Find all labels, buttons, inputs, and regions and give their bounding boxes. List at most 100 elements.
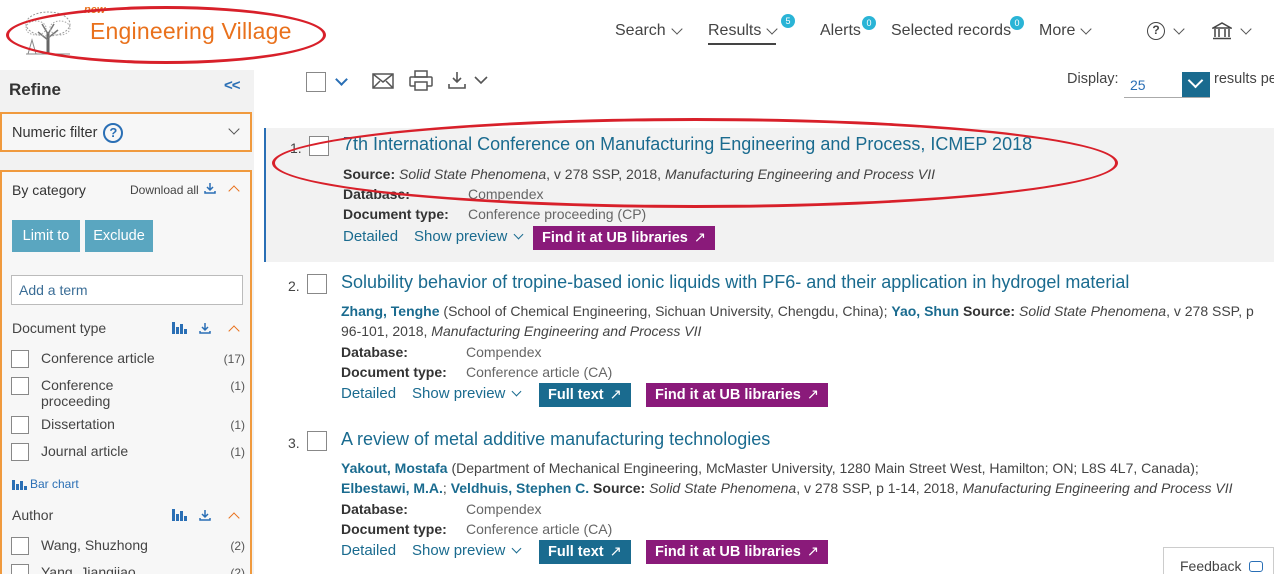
chevron-up-icon[interactable] bbox=[228, 325, 240, 337]
facet-label: Dissertation bbox=[41, 416, 115, 432]
nav-results-label: Results bbox=[708, 22, 762, 39]
facet-count: (2) bbox=[230, 539, 245, 553]
author-link[interactable]: Yao, Shun bbox=[891, 303, 959, 319]
nav-alerts[interactable]: Alerts bbox=[820, 22, 861, 40]
chevron-down-icon[interactable] bbox=[228, 123, 240, 135]
exclude-button[interactable]: Exclude bbox=[85, 220, 153, 252]
download-icon[interactable] bbox=[199, 509, 211, 521]
help-icon: ? bbox=[1147, 22, 1165, 40]
full-text-button[interactable]: Full text ↗ bbox=[539, 540, 631, 564]
bar-chart-icon[interactable] bbox=[172, 509, 187, 521]
database-label: Database: bbox=[341, 501, 408, 517]
nav-selected-label: Selected records bbox=[891, 22, 1012, 39]
find-at-library-button[interactable]: Find it at UB libraries ↗ bbox=[533, 226, 715, 250]
result-number: 3. bbox=[288, 435, 300, 451]
nav-more[interactable]: More bbox=[1039, 22, 1093, 40]
bar-chart-icon[interactable] bbox=[172, 322, 187, 334]
facet-count: (1) bbox=[230, 445, 245, 459]
source-label: Source: bbox=[959, 303, 1016, 319]
source-details: , v 278 SSP, p 1-14, 2018, bbox=[796, 480, 963, 496]
numeric-filter-header: Numeric filter ? bbox=[12, 123, 124, 143]
download-all-link[interactable]: Download all bbox=[130, 182, 216, 197]
add-term-input[interactable] bbox=[11, 275, 243, 305]
nav-selected-records[interactable]: Selected records bbox=[891, 22, 1011, 40]
source-proceedings: Manufacturing Engineering and Process VI… bbox=[431, 323, 702, 339]
facet-checkbox[interactable] bbox=[11, 350, 29, 368]
author-link[interactable]: Elbestawi, M.A. bbox=[341, 480, 443, 496]
results-per-page-select[interactable]: 25 bbox=[1124, 72, 1210, 98]
author-separator: ; bbox=[442, 480, 451, 496]
facet-item-author[interactable]: Yang, Jiangjiao (2) bbox=[11, 564, 245, 574]
result-title-link[interactable]: A review of metal additive manufacturing… bbox=[341, 429, 770, 450]
nav-help[interactable]: ? bbox=[1147, 22, 1185, 40]
email-icon[interactable] bbox=[372, 72, 394, 90]
show-preview-label: Show preview bbox=[412, 385, 506, 402]
result-checkbox[interactable] bbox=[307, 431, 327, 451]
doctype-value: Conference article (CA) bbox=[466, 364, 613, 380]
select-all-checkbox[interactable] bbox=[306, 72, 326, 92]
chevron-up-icon[interactable] bbox=[228, 185, 240, 197]
facet-count: (17) bbox=[223, 352, 245, 366]
limit-to-button[interactable]: Limit to bbox=[12, 220, 80, 252]
show-preview-label: Show preview bbox=[414, 228, 508, 245]
author-link[interactable]: Yakout, Mostafa bbox=[341, 460, 448, 476]
feedback-button[interactable]: Feedback bbox=[1163, 547, 1274, 574]
source-label: Source: bbox=[589, 480, 646, 496]
detailed-link[interactable]: Detailed bbox=[341, 542, 396, 559]
bar-chart-label: Bar chart bbox=[30, 477, 79, 491]
author-affiliation: (Department of Mechanical Engineering, M… bbox=[447, 460, 1199, 476]
chevron-up-icon[interactable] bbox=[228, 512, 240, 524]
nav-search[interactable]: Search bbox=[615, 22, 683, 40]
document-type-tools bbox=[172, 322, 211, 334]
full-text-button[interactable]: Full text ↗ bbox=[539, 383, 631, 407]
facet-item-conference-article[interactable]: Conference article (17) bbox=[11, 350, 245, 368]
download-icon bbox=[203, 182, 216, 197]
chevron-down-icon[interactable] bbox=[335, 73, 348, 86]
author-link[interactable]: Zhang, Tenghe bbox=[341, 303, 440, 319]
detailed-link[interactable]: Detailed bbox=[343, 228, 398, 245]
print-icon[interactable] bbox=[409, 70, 433, 92]
result-item: 3. A review of metal additive manufactur… bbox=[264, 423, 1274, 573]
numeric-filter-panel[interactable]: Numeric filter ? bbox=[0, 112, 252, 152]
numeric-filter-label: Numeric filter bbox=[12, 125, 98, 141]
bar-chart-link[interactable]: Bar chart bbox=[12, 477, 79, 491]
collapse-sidebar-link[interactable]: << bbox=[224, 77, 241, 94]
download-icon[interactable] bbox=[199, 322, 211, 334]
facet-checkbox[interactable] bbox=[11, 564, 29, 574]
question-icon[interactable]: ? bbox=[103, 123, 124, 143]
find-at-library-button[interactable]: Find it at UB libraries ↗ bbox=[646, 540, 828, 564]
result-checkbox[interactable] bbox=[307, 274, 327, 294]
source-journal: Solid State Phenomena bbox=[649, 480, 797, 496]
facet-checkbox[interactable] bbox=[11, 416, 29, 434]
full-text-label: Full text bbox=[548, 544, 604, 560]
external-link-icon: ↗ bbox=[806, 387, 819, 403]
nav-results[interactable]: Results bbox=[708, 22, 779, 45]
chevron-down-icon[interactable] bbox=[1182, 72, 1210, 97]
author-link[interactable]: Veldhuis, Stephen C. bbox=[451, 480, 589, 496]
result-title-link[interactable]: Solubility behavior of tropine-based ion… bbox=[341, 272, 1129, 293]
results-toolbar bbox=[306, 70, 348, 94]
facet-item-journal-article[interactable]: Journal article (1) bbox=[11, 443, 245, 461]
full-text-label: Full text bbox=[548, 387, 604, 403]
external-link-icon: ↗ bbox=[609, 544, 622, 560]
facet-checkbox[interactable] bbox=[11, 537, 29, 555]
nav-institution[interactable] bbox=[1212, 22, 1252, 40]
show-preview-link[interactable]: Show preview bbox=[412, 385, 522, 402]
find-at-library-button[interactable]: Find it at UB libraries ↗ bbox=[646, 383, 828, 407]
results-per-page-label: results pe bbox=[1214, 71, 1274, 87]
download-options-icon[interactable] bbox=[448, 71, 492, 91]
facet-checkbox[interactable] bbox=[11, 377, 29, 395]
facet-item-conference-proceeding[interactable]: Conference proceeding (1) bbox=[11, 377, 245, 409]
author-affiliation: (School of Chemical Engineering, Sichuan… bbox=[439, 303, 892, 319]
show-preview-link[interactable]: Show preview bbox=[412, 542, 522, 559]
by-category-label: By category bbox=[12, 182, 86, 198]
nav-more-label: More bbox=[1039, 22, 1076, 39]
database-value: Compendex bbox=[466, 344, 542, 360]
detailed-link[interactable]: Detailed bbox=[341, 385, 396, 402]
show-preview-link[interactable]: Show preview bbox=[414, 228, 524, 245]
selected-count-badge: 0 bbox=[1010, 16, 1024, 30]
show-preview-label: Show preview bbox=[412, 542, 506, 559]
facet-item-author[interactable]: Wang, Shuzhong (2) bbox=[11, 537, 245, 555]
facet-item-dissertation[interactable]: Dissertation (1) bbox=[11, 416, 245, 434]
facet-checkbox[interactable] bbox=[11, 443, 29, 461]
